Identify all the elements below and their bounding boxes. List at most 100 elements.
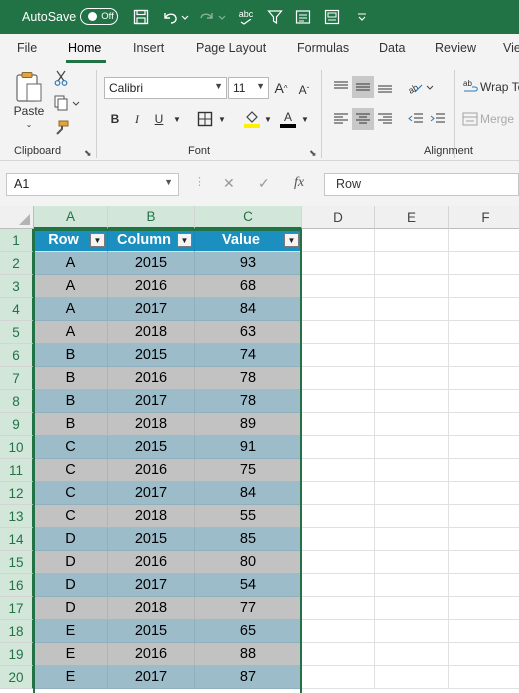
column-header-a[interactable]: A [34,206,108,229]
cancel-icon[interactable]: ✕ [223,175,235,192]
tab-formulas[interactable]: Formulas [297,41,349,55]
cell[interactable] [375,482,449,505]
cell[interactable] [449,436,519,459]
cell[interactable] [302,390,375,413]
cell[interactable] [449,528,519,551]
table-cell[interactable]: 68 [195,275,302,298]
row-header[interactable]: 7 [0,367,34,390]
autosave-toggle[interactable]: Off [80,8,118,25]
column-header-b[interactable]: B [108,206,195,229]
cell[interactable] [375,436,449,459]
cell[interactable] [449,298,519,321]
table-cell[interactable]: 88 [195,643,302,666]
table-cell[interactable]: 2016 [108,275,195,298]
tab-page-layout[interactable]: Page Layout [196,41,266,55]
cell[interactable] [375,597,449,620]
decrease-font-icon[interactable]: Aˇ [295,80,313,100]
table-cell[interactable]: A [34,252,108,275]
increase-font-icon[interactable]: A ^ [272,78,290,98]
table-cell[interactable]: C [34,505,108,528]
italic-button[interactable]: I [128,109,146,129]
row-header[interactable]: 13 [0,505,34,528]
form-icon[interactable] [294,0,312,34]
cell[interactable] [449,643,519,666]
cell[interactable] [375,298,449,321]
name-box[interactable]: A1 ▼ [6,173,179,196]
cell[interactable] [375,666,449,689]
align-left-icon[interactable] [331,109,351,129]
borders-dropdown-icon[interactable]: ▼ [217,113,227,125]
align-right-icon[interactable] [375,109,395,129]
cell[interactable] [302,574,375,597]
table-cell[interactable]: 84 [195,298,302,321]
filter-dropdown-icon[interactable]: ▼ [90,233,105,247]
select-all-button[interactable] [0,206,34,229]
table-header-cell[interactable]: Column ▼ [108,229,195,252]
paste-icon[interactable] [12,70,46,104]
cell[interactable] [375,390,449,413]
enter-icon[interactable]: ✓ [258,175,270,192]
row-header[interactable]: 12 [0,482,34,505]
align-center-icon[interactable] [352,108,374,130]
clipboard-launcher-icon[interactable]: ⬊ [84,148,92,159]
cell[interactable] [449,344,519,367]
cell[interactable] [449,367,519,390]
table-cell[interactable]: A [34,298,108,321]
table-cell[interactable]: 2017 [108,298,195,321]
table-cell[interactable]: 2017 [108,574,195,597]
orientation-icon[interactable]: ab [406,77,436,97]
insert-function-icon[interactable]: fx [294,175,304,191]
table-cell[interactable]: 89 [195,413,302,436]
table-cell[interactable]: E [34,620,108,643]
font-launcher-icon[interactable]: ⬊ [309,148,317,159]
table-cell[interactable]: 2017 [108,482,195,505]
fill-color-icon[interactable] [242,108,262,130]
table-cell[interactable]: 54 [195,574,302,597]
cell[interactable] [375,551,449,574]
cell[interactable] [375,344,449,367]
table-cell[interactable]: B [34,367,108,390]
cell[interactable] [449,459,519,482]
cell[interactable] [375,528,449,551]
customize-qat-icon[interactable] [355,0,369,34]
table-cell[interactable]: 2015 [108,344,195,367]
tab-insert[interactable]: Insert [133,41,164,55]
cell[interactable] [449,574,519,597]
table-cell[interactable]: 80 [195,551,302,574]
table-cell[interactable]: 63 [195,321,302,344]
cell[interactable] [375,275,449,298]
wrap-text-icon[interactable]: ab [461,78,481,96]
font-size-combo[interactable]: 11 ▼ [228,77,269,99]
table-cell[interactable]: 77 [195,597,302,620]
table-cell[interactable]: E [34,643,108,666]
table-cell[interactable]: 2016 [108,459,195,482]
table-cell[interactable]: 2018 [108,413,195,436]
cell[interactable] [375,229,449,252]
column-header-e[interactable]: E [375,206,449,229]
table-cell[interactable]: 2015 [108,620,195,643]
row-header[interactable]: 3 [0,275,34,298]
table-cell[interactable]: 55 [195,505,302,528]
table-header-cell[interactable]: Value ▼ [195,229,302,252]
cell[interactable] [302,436,375,459]
cell[interactable] [449,482,519,505]
table-cell[interactable]: B [34,390,108,413]
cell[interactable] [449,597,519,620]
table-cell[interactable]: 2018 [108,505,195,528]
cell[interactable] [449,413,519,436]
row-header[interactable]: 19 [0,643,34,666]
tab-view[interactable]: Vie [503,41,519,55]
borders-icon[interactable] [195,109,215,129]
table-cell[interactable]: 2015 [108,252,195,275]
format-painter-icon[interactable] [52,119,70,137]
cut-icon[interactable] [52,69,70,87]
table-cell[interactable]: D [34,551,108,574]
table-cell[interactable]: 2015 [108,436,195,459]
cell[interactable] [375,574,449,597]
cell[interactable] [302,482,375,505]
column-header-c[interactable]: C [195,206,302,229]
table-cell[interactable]: C [34,459,108,482]
row-header[interactable]: 4 [0,298,34,321]
cell[interactable] [375,252,449,275]
align-top-icon[interactable] [331,77,351,97]
